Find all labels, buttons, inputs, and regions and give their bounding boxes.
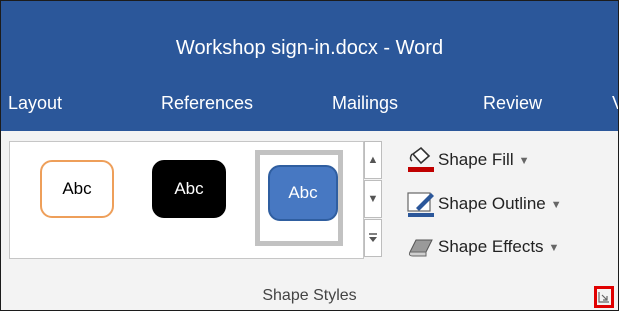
tab-layout[interactable]: Layout — [8, 93, 62, 114]
group-label-shape-styles: Shape Styles — [262, 287, 357, 304]
shape-style-orange-outline[interactable]: Abc — [40, 160, 114, 218]
shape-style-black-fill[interactable]: Abc — [152, 160, 226, 218]
tab-references[interactable]: References — [161, 93, 253, 114]
more-styles-icon[interactable] — [364, 219, 382, 257]
shape-outline-button[interactable]: Shape Outline ▼ — [404, 189, 562, 219]
window-title: Workshop sign-in.docx - Word — [175, 37, 444, 59]
tab-mailings[interactable]: Mailings — [332, 93, 398, 114]
shape-effects-label: Shape Effects — [438, 237, 544, 256]
shape-effects-button[interactable]: Shape Effects ▼ — [404, 232, 559, 262]
scroll-down-icon[interactable]: ▼ — [364, 180, 382, 218]
chevron-down-icon: ▼ — [518, 155, 530, 167]
shape-outline-label: Shape Outline — [438, 194, 546, 213]
shape-style-gallery: Abc Abc Abc — [9, 141, 364, 259]
title-bar: Workshop sign-in.docx - Word — [1, 1, 618, 81]
chevron-down-icon: ▼ — [550, 199, 562, 211]
ribbon-panel: Abc Abc Abc ▲ ▼ Shape Fill ▼ Shape Outli… — [1, 131, 618, 310]
pen-outline-icon — [404, 189, 438, 219]
tab-view[interactable]: V — [612, 93, 618, 114]
shape-effects-icon — [404, 232, 438, 262]
scroll-up-icon[interactable]: ▲ — [364, 141, 382, 179]
ribbon-tab-bar: Layout References Mailings Review V — [1, 81, 618, 131]
dialog-launcher-icon[interactable] — [594, 286, 614, 308]
chevron-down-icon: ▼ — [548, 242, 560, 254]
paint-bucket-icon — [404, 145, 438, 175]
shape-style-blue-fill[interactable]: Abc — [268, 165, 338, 221]
shape-fill-label: Shape Fill — [438, 150, 514, 169]
tab-review[interactable]: Review — [483, 93, 542, 114]
shape-fill-button[interactable]: Shape Fill ▼ — [404, 145, 530, 175]
word-window: Workshop sign-in.docx - Word Layout Refe… — [0, 0, 619, 311]
